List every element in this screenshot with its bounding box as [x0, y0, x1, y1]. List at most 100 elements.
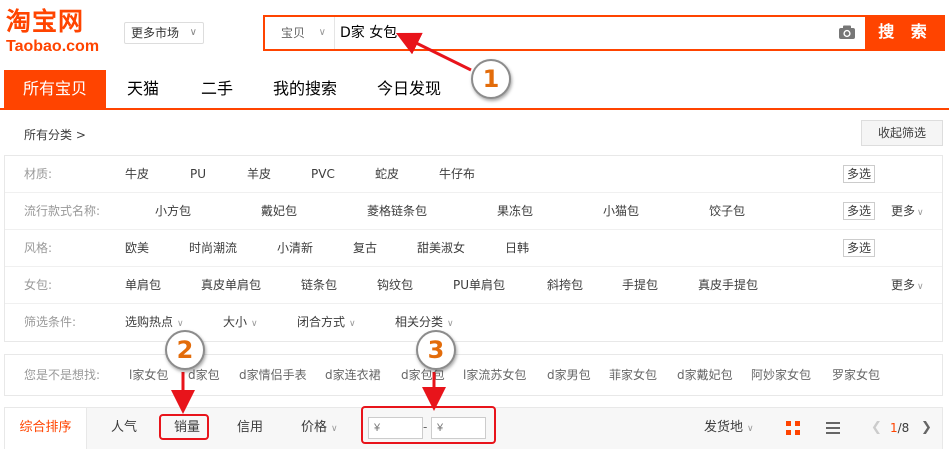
camera-icon[interactable]	[838, 25, 856, 40]
filter-dropdown-label: 相关分类	[395, 315, 444, 329]
tab-today-discover[interactable]: 今日发现	[366, 70, 452, 108]
tab-my-search[interactable]: 我的搜索	[262, 70, 348, 108]
more-button[interactable]: 更多 ∨	[891, 193, 924, 232]
did-you-mean-label: 您是不是想找:	[24, 368, 101, 382]
chevron-down-icon: ∨	[318, 27, 326, 38]
suggestion-link[interactable]: 罗家女包	[832, 355, 880, 395]
chevron-right-icon[interactable]: ❯	[921, 408, 932, 448]
filter-row-style-name: 流行款式名称: 小方包 戴妃包 菱格链条包 果冻包 小猫包 饺子包 多选 更多 ∨	[5, 193, 942, 230]
filter-option[interactable]: 手提包	[622, 267, 658, 304]
filter-option[interactable]: 链条包	[301, 267, 337, 304]
more-label: 更多	[891, 204, 916, 218]
filter-dropdown[interactable]: 大小 ∨	[223, 304, 258, 343]
sort-popularity[interactable]: 人气	[111, 408, 137, 448]
filter-row-style: 风格: 欧美 时尚潮流 小清新 复古 甜美淑女 日韩 多选	[5, 230, 942, 267]
more-button[interactable]: 更多 ∨	[891, 267, 924, 306]
filter-option[interactable]: 真皮单肩包	[201, 267, 261, 304]
filter-option[interactable]: 甜美淑女	[417, 230, 465, 267]
current-page: 1	[890, 421, 898, 435]
total-pages: /8	[897, 421, 910, 435]
chevron-down-icon: ∨	[331, 424, 338, 434]
tab-all-items[interactable]: 所有宝贝	[4, 70, 106, 108]
collapse-filter-button[interactable]: 收起筛选	[861, 120, 943, 146]
more-market-dropdown[interactable]: 更多市场 ∨	[124, 22, 204, 44]
filter-row-conditions: 筛选条件: 选购热点 ∨ 大小 ∨ 闭合方式 ∨ 相关分类 ∨	[5, 304, 942, 341]
search-type-label: 宝贝	[281, 26, 306, 40]
page-indicator: 1/8	[890, 408, 909, 448]
filter-label: 材质:	[24, 167, 53, 181]
filter-option[interactable]: 单肩包	[125, 267, 161, 304]
tab-second-hand[interactable]: 二手	[186, 70, 248, 108]
filter-option[interactable]: 饺子包	[709, 193, 745, 230]
filter-label: 筛选条件:	[24, 315, 77, 329]
filter-option[interactable]: 羊皮	[247, 156, 271, 193]
ship-from-label: 发货地	[704, 420, 744, 435]
chevron-down-icon: ∨	[349, 319, 356, 329]
filter-option[interactable]: PU单肩包	[453, 267, 505, 304]
suggestion-link[interactable]: d家男包	[547, 355, 591, 395]
filter-option[interactable]: PU	[190, 156, 206, 193]
annotation-marker: 2	[165, 330, 205, 370]
suggestion-link[interactable]: l家女包	[129, 355, 168, 395]
filter-dropdown-label: 选购热点	[125, 315, 174, 329]
filter-option[interactable]: 菱格链条包	[367, 193, 427, 230]
annotation-highlight-sales	[159, 414, 209, 440]
annotation-marker: 1	[471, 59, 511, 99]
filter-option[interactable]: 时尚潮流	[189, 230, 237, 267]
logo-chinese-text: 淘宝网	[6, 7, 85, 36]
filter-label: 风格:	[24, 241, 53, 255]
suggestion-link[interactable]: d家戴妃包	[677, 355, 733, 395]
multi-select-button[interactable]: 多选	[843, 202, 875, 220]
list-view-icon[interactable]	[826, 421, 840, 435]
sort-credit[interactable]: 信用	[237, 408, 263, 448]
chevron-down-icon: ∨	[251, 319, 258, 329]
annotation-marker: 3	[416, 330, 456, 370]
sort-price-label: 价格	[301, 420, 328, 435]
chevron-down-icon: ∨	[447, 319, 454, 329]
filter-option[interactable]: 斜挎包	[547, 267, 583, 304]
suggestion-link[interactable]: d家连衣裙	[325, 355, 381, 395]
filter-option[interactable]: 牛仔布	[439, 156, 475, 193]
chevron-left-icon[interactable]: ❮	[871, 408, 882, 448]
suggestion-link[interactable]: 阿妙家女包	[751, 355, 811, 395]
filter-option[interactable]: 日韩	[505, 230, 529, 267]
grid-view-icon[interactable]	[786, 421, 800, 435]
filter-option[interactable]: PVC	[311, 156, 335, 193]
multi-select-button[interactable]: 多选	[843, 239, 875, 257]
filter-option[interactable]: 蛇皮	[375, 156, 399, 193]
tab-tmall[interactable]: 天猫	[112, 70, 174, 108]
multi-select-button[interactable]: 多选	[843, 165, 875, 183]
taobao-logo[interactable]: 淘宝网 Taobao.com	[6, 8, 114, 58]
logo-english-text: Taobao.com	[6, 38, 100, 55]
chevron-down-icon: ∨	[177, 319, 184, 329]
search-input[interactable]	[340, 17, 820, 49]
filter-option[interactable]: 钩纹包	[377, 267, 413, 304]
search-button[interactable]: 搜 索	[866, 15, 945, 51]
chevron-down-icon: ∨	[747, 424, 754, 434]
filter-option[interactable]: 欧美	[125, 230, 149, 267]
chevron-down-icon: ∨	[189, 27, 197, 38]
suggestion-link[interactable]: l家流苏女包	[463, 355, 526, 395]
search-type-dropdown[interactable]: 宝贝 ∨	[265, 17, 335, 49]
filter-option[interactable]: 小猫包	[603, 193, 639, 230]
suggestion-link[interactable]: 菲家女包	[609, 355, 657, 395]
filter-dropdown-label: 大小	[223, 315, 248, 329]
filter-option[interactable]: 果冻包	[497, 193, 533, 230]
chevron-down-icon: ∨	[917, 208, 924, 218]
more-market-label: 更多市场	[131, 26, 180, 40]
filter-option[interactable]: 牛皮	[125, 156, 149, 193]
breadcrumb[interactable]: 所有分类 >	[24, 126, 86, 143]
search-box: 宝贝 ∨	[263, 15, 867, 51]
filter-option[interactable]: 复古	[353, 230, 377, 267]
filter-dropdown[interactable]: 闭合方式 ∨	[297, 304, 356, 343]
chevron-down-icon: ∨	[917, 282, 924, 292]
suggestion-link[interactable]: d家情侣手表	[239, 355, 307, 395]
ship-from-dropdown[interactable]: 发货地 ∨	[704, 408, 754, 449]
sort-price[interactable]: 价格 ∨	[301, 408, 338, 449]
filter-option[interactable]: 小方包	[155, 193, 191, 230]
filter-option[interactable]: 戴妃包	[261, 193, 297, 230]
filter-option[interactable]: 小清新	[277, 230, 313, 267]
filter-option[interactable]: 真皮手提包	[698, 267, 758, 304]
filter-label: 女包:	[24, 278, 53, 292]
sort-default[interactable]: 综合排序	[5, 408, 87, 449]
